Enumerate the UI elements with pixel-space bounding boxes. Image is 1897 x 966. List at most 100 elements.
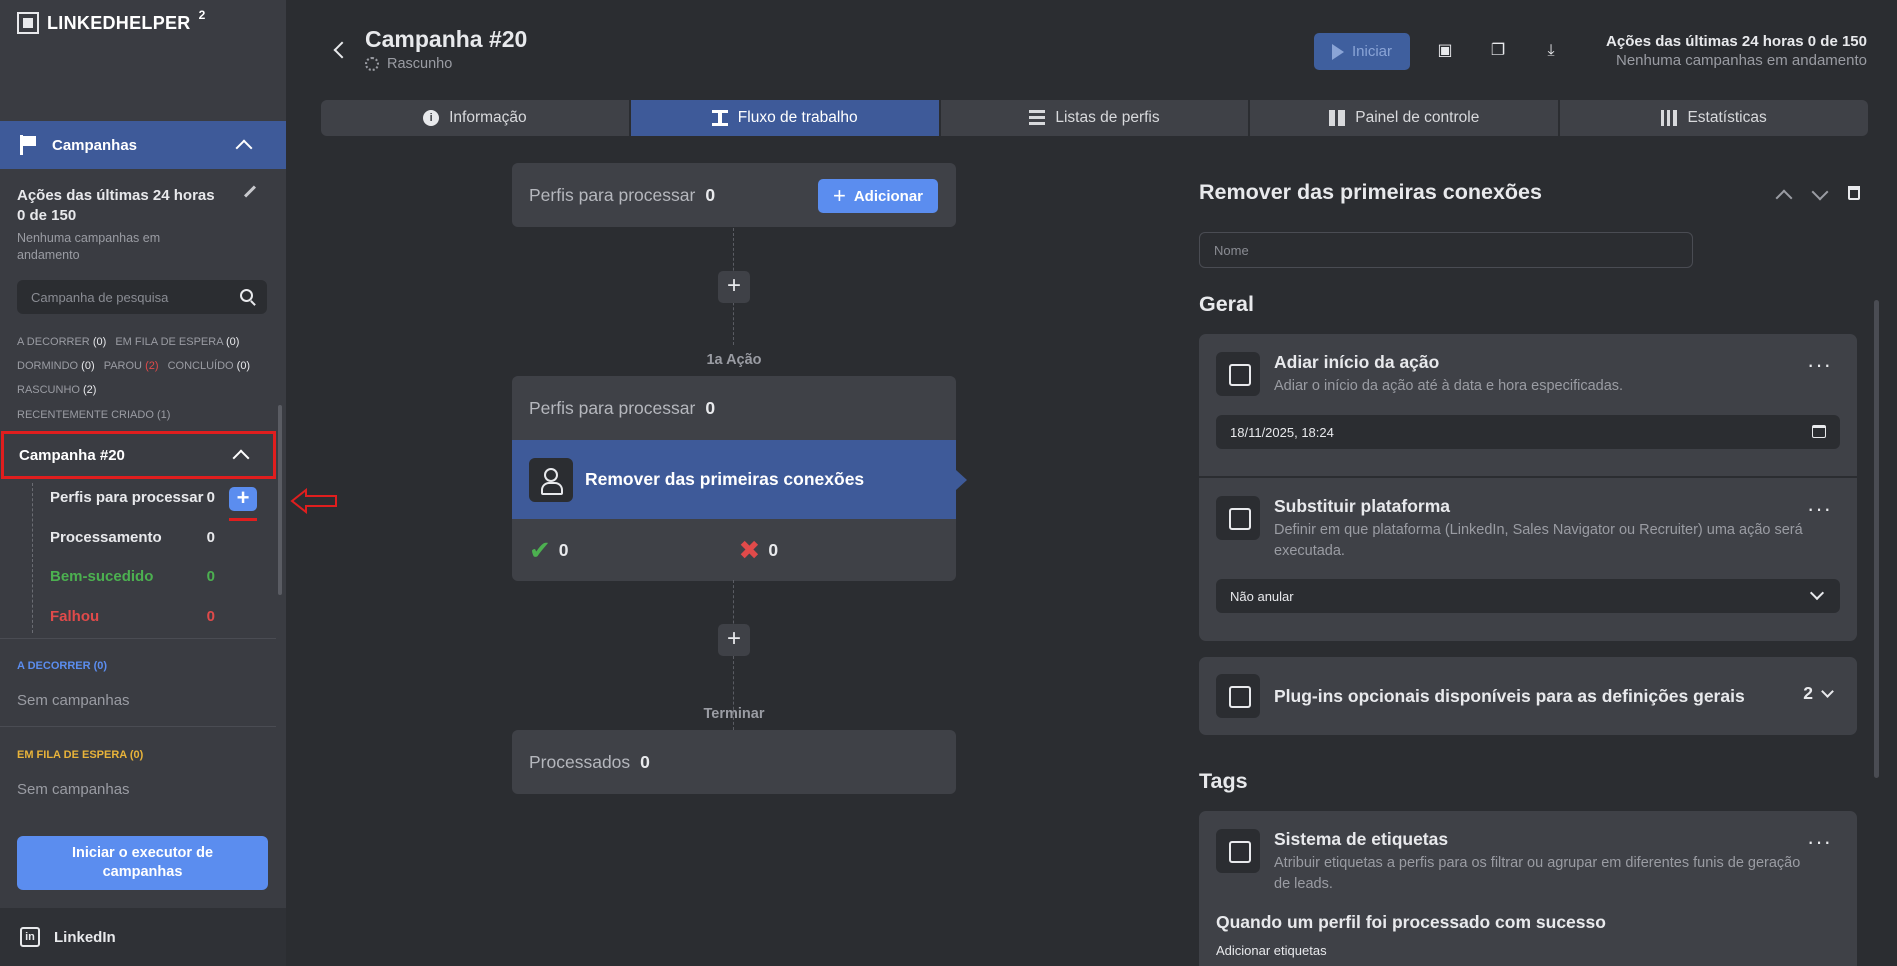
chevron-down-icon <box>1809 585 1825 601</box>
delay-date-input[interactable]: 18/11/2025, 18:24 <box>1216 415 1840 449</box>
group-queued-label[interactable]: EM FILA DE ESPERA (0) <box>17 749 143 761</box>
campaign-row-processing[interactable]: Processamento 0 <box>50 529 215 546</box>
campaign-row-to-process[interactable]: Perfis para processar 0 <box>50 489 215 506</box>
edit-icon[interactable] <box>243 185 257 198</box>
tab-info[interactable]: i Informação <box>321 100 629 136</box>
actions-title: Ações das últimas 24 horas 0 de 150 <box>17 187 215 224</box>
plugins-count-value: 2 <box>1803 683 1813 703</box>
plugins-panel[interactable]: Plug-ins opcionais disponíveis para as d… <box>1199 657 1857 735</box>
tag-system-item: Sistema de etiquetas Atribuir etiquetas … <box>1199 811 1857 895</box>
chevron-up-icon[interactable] <box>1775 189 1793 207</box>
tab-label: Fluxo de trabalho <box>737 109 858 126</box>
sidebar-item-linkedin[interactable]: in LinkedIn <box>0 908 286 966</box>
divider <box>0 726 276 727</box>
workflow-start-card: Perfis para processar 0 + Adicionar <box>512 163 956 227</box>
row-label: Falhou <box>50 608 100 625</box>
name-placeholder: Nome <box>1214 242 1249 258</box>
more-icon[interactable]: ··· <box>1807 498 1832 520</box>
chevron-up-icon[interactable] <box>235 139 253 157</box>
logo-icon <box>17 12 39 34</box>
action-name-input[interactable]: Nome <box>1199 232 1693 268</box>
row-label: Bem-sucedido <box>50 568 154 585</box>
recently-created-label[interactable]: RECENTEMENTE CRIADO (1) <box>17 409 170 421</box>
sidebar: LINKEDHELPER 2 Campanhas Ações das última… <box>0 0 337 966</box>
campaign-search-input[interactable]: Campanha de pesquisa <box>17 280 267 314</box>
back-icon[interactable] <box>333 41 351 59</box>
filter-running[interactable]: A DECORRER (0) <box>17 336 106 348</box>
sidebar-scrollbar[interactable] <box>278 405 282 595</box>
general-settings-panel: Adiar início da ação Adiar o início da a… <box>1199 334 1857 641</box>
add-step-button[interactable]: + <box>718 624 750 656</box>
panel-scrollbar[interactable] <box>1874 300 1879 778</box>
actions-summary: Ações das últimas 24 horas 0 de 150 Nenh… <box>17 185 257 264</box>
workflow-icon <box>711 110 728 126</box>
plugins-count[interactable]: 2 <box>1803 683 1834 704</box>
group-running-label[interactable]: A DECORRER (0) <box>17 660 107 672</box>
chevron-up-icon[interactable] <box>232 449 250 467</box>
card-value: 0 <box>705 184 716 205</box>
filter-queued[interactable]: EM FILA DE ESPERA (0) <box>115 336 239 348</box>
action-results: ✔ 0 ✖ 0 <box>512 519 956 581</box>
start-label: Iniciar <box>1351 43 1392 60</box>
list-icon <box>1029 110 1046 126</box>
row-value: 0 <box>206 608 215 625</box>
row-value: 0 <box>206 529 215 546</box>
filter-draft[interactable]: RASCUNHO (2) <box>17 384 96 396</box>
platform-select[interactable]: Não anular <box>1216 579 1840 613</box>
page-title: Campanha #20 <box>365 26 528 52</box>
tab-statistics[interactable]: Estatísticas <box>1560 100 1868 136</box>
search-icon[interactable] <box>240 289 253 302</box>
row-value: 0 <box>206 568 215 585</box>
more-icon[interactable]: ··· <box>1807 831 1832 853</box>
calendar-icon[interactable] <box>1812 425 1826 438</box>
header-stats: Ações das últimas 24 horas 0 de 150 Nenh… <box>1606 32 1867 70</box>
row-label: Perfis para processar <box>50 489 204 506</box>
add-profiles-button[interactable]: + <box>229 487 257 511</box>
remove-connection-icon <box>529 457 573 502</box>
divider <box>0 638 276 639</box>
panel-title: Remover das primeiras conexões <box>1199 180 1542 204</box>
chevron-down-icon[interactable] <box>1811 183 1829 201</box>
delay-date-value: 18/11/2025, 18:24 <box>1230 424 1334 440</box>
platform-value: Não anular <box>1230 588 1294 604</box>
campaign-status: Rascunho <box>365 56 452 72</box>
download-icon[interactable]: ⤓ <box>1542 42 1560 60</box>
add-profiles-workflow-button[interactable]: + Adicionar <box>818 179 938 213</box>
tags-heading: Tags <box>1199 769 1248 793</box>
end-card-row: Processados 0 <box>512 730 956 794</box>
action-name-row[interactable]: Remover das primeiras conexões <box>512 440 967 519</box>
tab-workflow[interactable]: Fluxo de trabalho <box>630 100 939 136</box>
sidebar-section-campaigns[interactable]: Campanhas <box>0 121 286 169</box>
tab-label: Estatísticas <box>1687 109 1767 126</box>
app-logo[interactable]: LINKEDHELPER 2 <box>17 8 206 34</box>
campaign-name: Campanha #20 <box>19 446 125 464</box>
platform-title: Substituir plataforma <box>1274 496 1450 516</box>
tab-dashboard[interactable]: Painel de controle <box>1250 100 1559 136</box>
archive-icon[interactable]: ▣ <box>1436 42 1454 60</box>
trash-icon[interactable] <box>1848 186 1860 200</box>
filter-completed[interactable]: CONCLUÍDO (0) <box>168 360 251 372</box>
more-icon[interactable]: ··· <box>1807 354 1832 376</box>
start-button[interactable]: Iniciar <box>1314 33 1410 70</box>
campaign-row-failed[interactable]: Falhou 0 <box>50 608 215 625</box>
duplicate-icon[interactable]: ❐ <box>1489 42 1507 60</box>
filter-stopped[interactable]: PAROU (2) <box>104 360 159 372</box>
tab-label: Painel de controle <box>1355 109 1480 126</box>
start-runner-button[interactable]: Iniciar o executor de campanhas <box>17 836 268 890</box>
campaigns-label: Campanhas <box>52 136 138 154</box>
plus-icon: + <box>832 183 846 208</box>
action-name: Remover das primeiras conexões <box>585 469 865 489</box>
filter-sleeping[interactable]: DORMINDO (0) <box>17 360 95 372</box>
campaign-item-20[interactable]: Campanha #20 <box>1 431 276 479</box>
chevron-down-icon <box>1821 685 1834 698</box>
action-card[interactable]: Perfis para processar 0 Remover das prim… <box>512 376 967 581</box>
add-step-button[interactable]: + <box>718 271 750 303</box>
status-filters: A DECORRER (0) EM FILA DE ESPERA (0) DOR… <box>17 330 272 402</box>
add-tags-input[interactable]: Adicionar etiquetas <box>1216 943 1327 958</box>
tab-profile-lists[interactable]: Listas de perfis <box>940 100 1249 136</box>
card-value: 0 <box>705 397 716 418</box>
header-stats-line2: Nenhuma campanhas em andamento <box>1616 52 1867 69</box>
campaign-row-success[interactable]: Bem-sucedido 0 <box>50 568 215 585</box>
delay-start-item: Adiar início da ação Adiar o início da a… <box>1199 334 1857 397</box>
tree-line <box>32 483 33 633</box>
